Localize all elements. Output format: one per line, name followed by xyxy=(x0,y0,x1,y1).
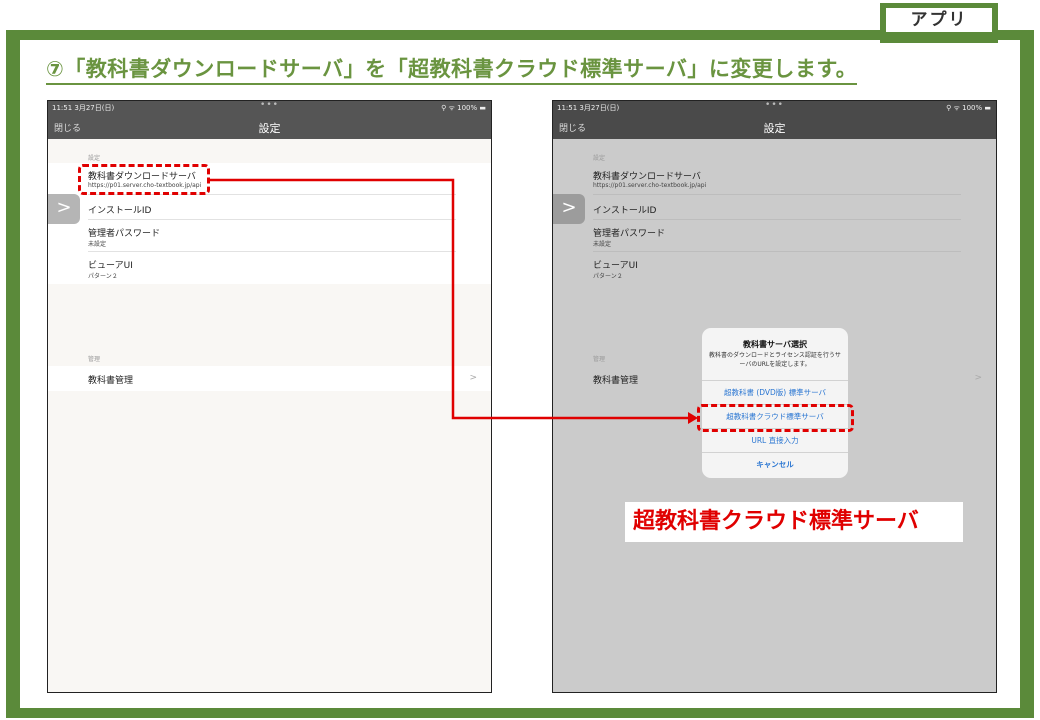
server-select-dialog: 教科書サーバ選択 教科書のダウンロードとライセンス認証を行うサーバのURLを設定… xyxy=(702,328,848,478)
row-title: ビューアUI xyxy=(88,261,133,271)
row-subtitle: パターン２ xyxy=(88,273,118,280)
app-tab-label: アプリ xyxy=(886,8,992,32)
status-icons: ⚲ ᯤ 100% ▬ xyxy=(441,104,486,112)
settings-section: 教科書ダウンロードサーバ https://p01.server.cho-text… xyxy=(553,163,996,284)
row-title: 管理者パスワード xyxy=(593,229,666,239)
row-divider xyxy=(88,219,456,220)
row-divider xyxy=(593,194,961,195)
status-icons: ⚲ ᯤ 100% ▬ xyxy=(946,104,991,112)
side-panel-handle[interactable]: > xyxy=(553,194,585,224)
row-title: 教科書ダウンロードサーバ xyxy=(593,172,701,182)
app-tab: アプリ xyxy=(880,3,998,43)
chevron-right-icon: > xyxy=(974,373,982,383)
nav-title: 設定 xyxy=(258,122,281,135)
nav-bar: 閉じる 設定 xyxy=(553,115,996,139)
status-bar: 11:51 3月27日(日) ••• ⚲ ᯤ 100% ▬ xyxy=(48,101,491,115)
row-divider xyxy=(593,219,961,220)
settings-content: 設定 教科書ダウンロードサーバ https://p01.server.cho-t… xyxy=(48,139,491,692)
row-title: 教科書管理 xyxy=(593,376,639,386)
row-subtitle: 未設定 xyxy=(88,241,107,248)
chevron-right-icon: > xyxy=(469,373,477,383)
section-label-management: 管理 xyxy=(593,356,606,363)
row-subtitle: 未設定 xyxy=(593,241,612,248)
chevron-right-icon: > xyxy=(561,197,577,218)
highlight-cloud-server xyxy=(697,404,854,432)
ipad-screen-after: 11:51 3月27日(日) ••• ⚲ ᯤ 100% ▬ 閉じる 設定 設定 … xyxy=(552,100,997,693)
selected-server-caption: 超教科書クラウド標準サーバ xyxy=(625,502,963,542)
cancel-button[interactable]: キャンセル xyxy=(702,452,848,476)
multitask-dots: ••• xyxy=(260,100,279,110)
status-bar: 11:51 3月27日(日) ••• ⚲ ᯤ 100% ▬ xyxy=(553,101,996,115)
instruction-heading: ⑦「教科書ダウンロードサーバ」を「超教科書クラウド標準サーバ」に変更します。 xyxy=(46,56,858,85)
multitask-dots: ••• xyxy=(765,100,784,110)
row-divider xyxy=(593,251,961,252)
nav-bar: 閉じる 設定 xyxy=(48,115,491,139)
row-title: インストールID xyxy=(593,206,657,216)
highlight-download-server xyxy=(78,164,210,195)
dialog-title: 教科書サーバ選択 xyxy=(743,340,807,349)
management-section: 教科書管理 > xyxy=(48,366,491,391)
nav-title: 設定 xyxy=(763,122,786,135)
chevron-right-icon: > xyxy=(56,197,72,218)
row-divider xyxy=(88,251,456,252)
dialog-message: 教科書のダウンロードとライセンス認証を行うサーバのURLを設定します。 xyxy=(709,352,841,368)
row-title: インストールID xyxy=(88,206,152,216)
section-label-management: 管理 xyxy=(88,356,101,363)
row-subtitle: https://p01.server.cho-textbook.jp/api xyxy=(593,182,707,189)
row-subtitle: パターン２ xyxy=(593,273,623,280)
section-label-settings: 設定 xyxy=(593,155,606,162)
section-label-settings: 設定 xyxy=(88,155,101,162)
dvd-server-button[interactable]: 超教科書 (DVD版) 標準サーバ xyxy=(702,380,848,404)
row-title: ビューアUI xyxy=(593,261,638,271)
side-panel-handle[interactable]: > xyxy=(48,194,80,224)
row-title: 教科書管理 xyxy=(88,376,134,386)
row-title: 管理者パスワード xyxy=(88,229,161,239)
ipad-screen-before: 11:51 3月27日(日) ••• ⚲ ᯤ 100% ▬ 閉じる 設定 設定 … xyxy=(47,100,492,693)
